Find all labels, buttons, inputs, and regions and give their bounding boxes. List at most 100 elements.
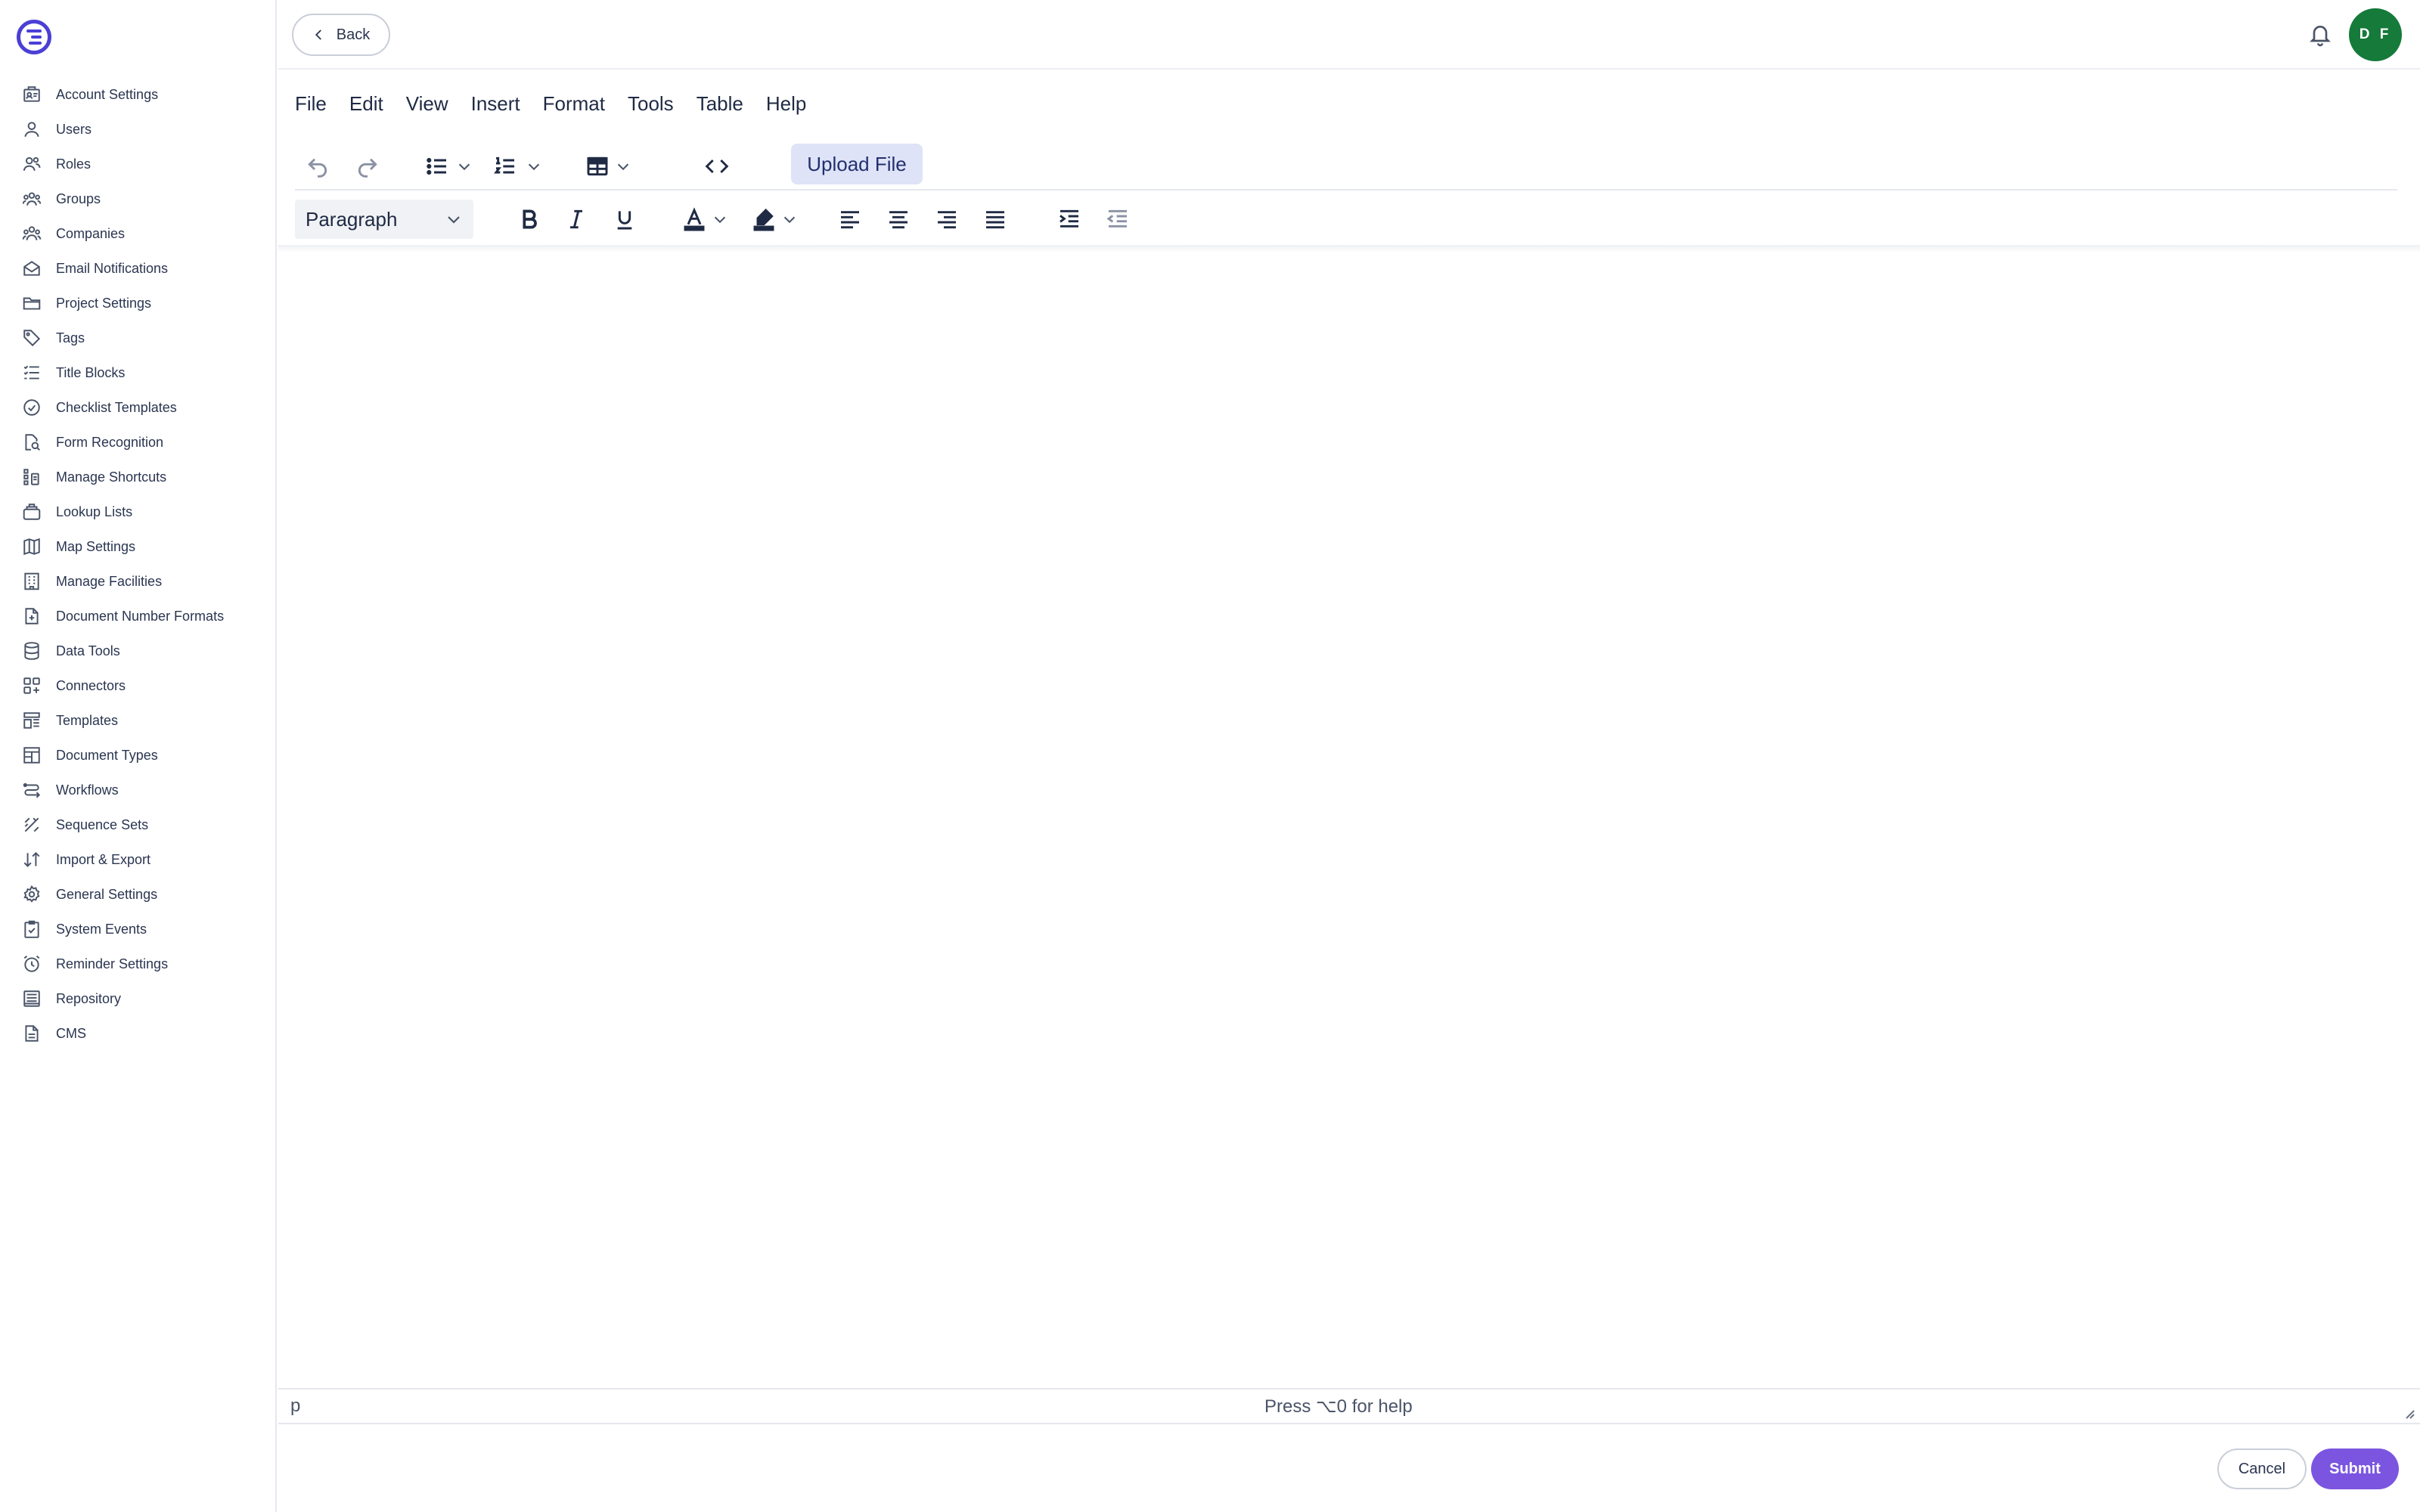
italic-icon[interactable] (561, 204, 591, 234)
bullet-list-icon[interactable] (422, 151, 452, 181)
sidebar-item-label: Roles (56, 156, 92, 172)
sequence-icon (21, 814, 42, 835)
sidebar-item-templates[interactable]: Templates (0, 703, 277, 738)
table-icon[interactable] (582, 151, 613, 181)
sidebar-item-system-events[interactable]: System Events (0, 912, 277, 947)
sidebar-item-general-settings[interactable]: General Settings (0, 877, 277, 912)
sidebar-item-project-settings[interactable]: Project Settings (0, 286, 277, 321)
cancel-button[interactable]: Cancel (2217, 1448, 2307, 1489)
editor-toolbar-format: Paragraph (295, 192, 2397, 245)
sidebar-item-label: System Events (56, 921, 147, 937)
indent-icon[interactable] (1054, 204, 1084, 234)
text-color-icon[interactable] (679, 204, 709, 234)
sidebar-item-lookup-lists[interactable]: Lookup Lists (0, 494, 277, 529)
menu-format[interactable]: Format (543, 92, 605, 116)
upload-file-button[interactable]: Upload File (791, 144, 923, 184)
sidebar-item-cms[interactable]: CMS (0, 1016, 277, 1051)
bell-icon[interactable] (2305, 20, 2335, 50)
highlight-color-icon[interactable] (749, 204, 779, 234)
sidebar-item-manage-shortcuts[interactable]: Manage Shortcuts (0, 460, 277, 494)
sidebar-item-label: Repository (56, 990, 122, 1006)
code-icon[interactable] (702, 151, 732, 181)
avatar[interactable]: D F (2349, 8, 2402, 61)
sidebar-item-connectors[interactable]: Connectors (0, 668, 277, 703)
roles-icon (21, 153, 42, 175)
sidebar-item-label: Import & Export (56, 851, 151, 867)
undo-icon[interactable] (302, 151, 333, 181)
sidebar-item-reminder-settings[interactable]: Reminder Settings (0, 947, 277, 981)
sidebar-item-roles[interactable]: Roles (0, 147, 277, 181)
redo-icon[interactable] (352, 151, 383, 181)
list-icon (21, 362, 42, 383)
editor-toolbar-primary: Upload File (295, 141, 2397, 191)
block-format-select[interactable]: Paragraph (295, 200, 473, 239)
sidebar-item-label: Companies (56, 225, 126, 241)
sidebar-item-groups[interactable]: Groups (0, 181, 277, 216)
menu-tools[interactable]: Tools (628, 92, 674, 116)
rich-text-editor: File Edit View Insert Format Tools Table… (278, 74, 2420, 1427)
sidebar-item-label: Users (56, 121, 92, 137)
sidebar-item-form-recognition[interactable]: Form Recognition (0, 425, 277, 460)
resize-handle-icon[interactable] (2402, 1406, 2415, 1420)
align-left-icon[interactable] (835, 204, 865, 234)
element-path[interactable]: p (290, 1396, 300, 1417)
table-chevron-down-icon[interactable] (613, 156, 634, 177)
sidebar-item-account-settings[interactable]: Account Settings (0, 77, 277, 112)
sidebar-item-companies[interactable]: Companies (0, 216, 277, 251)
sidebar-item-manage-facilities[interactable]: Manage Facilities (0, 564, 277, 599)
lookup-icon (21, 501, 42, 522)
app-logo-icon[interactable] (17, 20, 51, 54)
menu-edit[interactable]: Edit (349, 92, 383, 116)
user-icon (21, 119, 42, 140)
underline-icon[interactable] (610, 204, 640, 234)
menu-view[interactable]: View (406, 92, 448, 116)
align-right-icon[interactable] (932, 204, 962, 234)
sidebar-item-label: Email Notifications (56, 260, 169, 276)
menu-file[interactable]: File (295, 92, 327, 116)
repository-icon (21, 988, 42, 1009)
sidebar-item-label: CMS (56, 1025, 86, 1041)
numbered-list-chevron-down-icon[interactable] (523, 156, 544, 177)
back-button[interactable]: Back (292, 14, 390, 56)
submit-button[interactable]: Submit (2311, 1448, 2399, 1489)
sidebar-item-data-tools[interactable]: Data Tools (0, 634, 277, 668)
building-icon (21, 571, 42, 592)
bold-icon[interactable] (514, 204, 544, 234)
sidebar-item-label: Tags (56, 330, 85, 345)
bullet-list-chevron-down-icon[interactable] (454, 156, 475, 177)
alarm-icon (21, 953, 42, 974)
sidebar-item-repository[interactable]: Repository (0, 981, 277, 1016)
gear-icon (21, 884, 42, 905)
sidebar-item-checklist-templates[interactable]: Checklist Templates (0, 390, 277, 425)
menu-help[interactable]: Help (766, 92, 806, 116)
align-center-icon[interactable] (883, 204, 914, 234)
document-plus-icon (21, 606, 42, 627)
editor-menubar: File Edit View Insert Format Tools Table… (295, 92, 806, 116)
sidebar-item-label: Connectors (56, 677, 126, 693)
sidebar-item-workflows[interactable]: Workflows (0, 773, 277, 807)
sidebar-item-label: Workflows (56, 782, 119, 798)
sidebar-item-tags[interactable]: Tags (0, 321, 277, 355)
sidebar-item-label: Lookup Lists (56, 503, 133, 519)
sidebar-item-title-blocks[interactable]: Title Blocks (0, 355, 277, 390)
outdent-icon[interactable] (1103, 204, 1133, 234)
highlight-color-chevron-down-icon[interactable] (779, 209, 800, 230)
numbered-list-icon[interactable] (490, 151, 520, 181)
menu-table[interactable]: Table (697, 92, 743, 116)
sidebar-item-users[interactable]: Users (0, 112, 277, 147)
companies-icon (21, 223, 42, 244)
editor-content-area[interactable] (278, 253, 2420, 1387)
sidebar-item-document-number-formats[interactable]: Document Number Formats (0, 599, 277, 634)
sidebar-item-sequence-sets[interactable]: Sequence Sets (0, 807, 277, 842)
sidebar-item-email-notifications[interactable]: Email Notifications (0, 251, 277, 286)
chevron-down-icon (448, 216, 460, 224)
menu-insert[interactable]: Insert (471, 92, 520, 116)
align-justify-icon[interactable] (980, 204, 1010, 234)
sidebar-item-import-export[interactable]: Import & Export (0, 842, 277, 877)
sidebar-item-map-settings[interactable]: Map Settings (0, 529, 277, 564)
sidebar-item-document-types[interactable]: Document Types (0, 738, 277, 773)
block-format-value: Paragraph (306, 207, 398, 231)
toolbar-divider (278, 245, 2420, 253)
envelope-icon (21, 258, 42, 279)
text-color-chevron-down-icon[interactable] (709, 209, 731, 230)
